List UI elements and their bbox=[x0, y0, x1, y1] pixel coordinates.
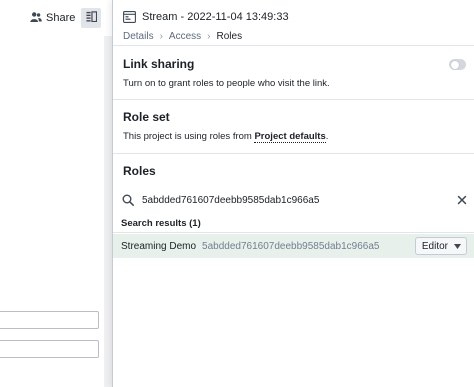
background-toolbar: Share bbox=[0, 0, 112, 37]
search-icon bbox=[122, 194, 134, 206]
caret-down-icon bbox=[454, 243, 461, 249]
breadcrumb: Details › Access › Roles bbox=[123, 31, 465, 42]
role-set-description-end: . bbox=[325, 131, 329, 142]
link-sharing-title: Link sharing bbox=[123, 57, 195, 71]
link-sharing-toggle[interactable] bbox=[449, 59, 466, 70]
search-result-row[interactable]: Streaming Demo 5abdded761607deebb9585dab… bbox=[113, 234, 474, 258]
project-defaults-link[interactable]: Project defaults bbox=[254, 131, 326, 143]
background-scrollbar[interactable] bbox=[104, 36, 112, 387]
drawer-title: Stream - 2022-11-04 13:49:33 bbox=[142, 11, 289, 23]
breadcrumb-details[interactable]: Details bbox=[123, 31, 154, 42]
link-sharing-section: Link sharing Turn on to grant roles to p… bbox=[113, 46, 474, 100]
background-input[interactable] bbox=[0, 311, 99, 329]
drawer-header: Stream - 2022-11-04 13:49:33 Details › A… bbox=[113, 0, 474, 46]
breadcrumb-roles: Roles bbox=[216, 31, 243, 42]
chevron-right-icon: › bbox=[159, 31, 163, 42]
search-results-label: Search results (1) bbox=[113, 216, 474, 233]
background-page: Share bbox=[0, 0, 112, 387]
clear-search-icon[interactable] bbox=[457, 195, 467, 205]
search-value[interactable]: 5abdded761607deebb9585dab1c966a5 bbox=[142, 195, 457, 206]
background-input[interactable] bbox=[0, 340, 99, 358]
chevron-right-icon: › bbox=[207, 31, 211, 42]
role-set-title: Role set bbox=[123, 110, 170, 124]
people-icon bbox=[30, 11, 42, 26]
result-id: 5abdded761607deebb9585dab1c966a5 bbox=[202, 240, 380, 252]
role-set-description-text: This project is using roles from bbox=[123, 131, 255, 142]
breadcrumb-access[interactable]: Access bbox=[169, 31, 201, 42]
roles-title: Roles bbox=[123, 164, 156, 178]
role-select[interactable]: Editor bbox=[414, 237, 467, 255]
share-button[interactable]: Share bbox=[30, 8, 75, 28]
role-set-description: This project is using roles from Project… bbox=[123, 131, 465, 143]
roles-section: Roles 5abdded761607deebb9585dab1c966a5 S… bbox=[113, 154, 474, 258]
share-label: Share bbox=[46, 12, 76, 24]
panel-layout-icon bbox=[85, 9, 97, 27]
stream-resource-icon bbox=[123, 11, 136, 23]
access-drawer: Stream - 2022-11-04 13:49:33 Details › A… bbox=[112, 0, 474, 387]
link-sharing-description: Turn on to grant roles to people who vis… bbox=[123, 78, 330, 89]
role-set-section: Role set This project is using roles fro… bbox=[113, 100, 474, 154]
result-name: Streaming Demo bbox=[121, 240, 197, 252]
role-select-value: Editor bbox=[421, 240, 448, 252]
roles-search-input[interactable]: 5abdded761607deebb9585dab1c966a5 bbox=[113, 188, 474, 212]
sidebar-toggle-button[interactable] bbox=[81, 8, 101, 28]
toggle-knob bbox=[450, 60, 459, 69]
background-panel bbox=[0, 36, 105, 387]
